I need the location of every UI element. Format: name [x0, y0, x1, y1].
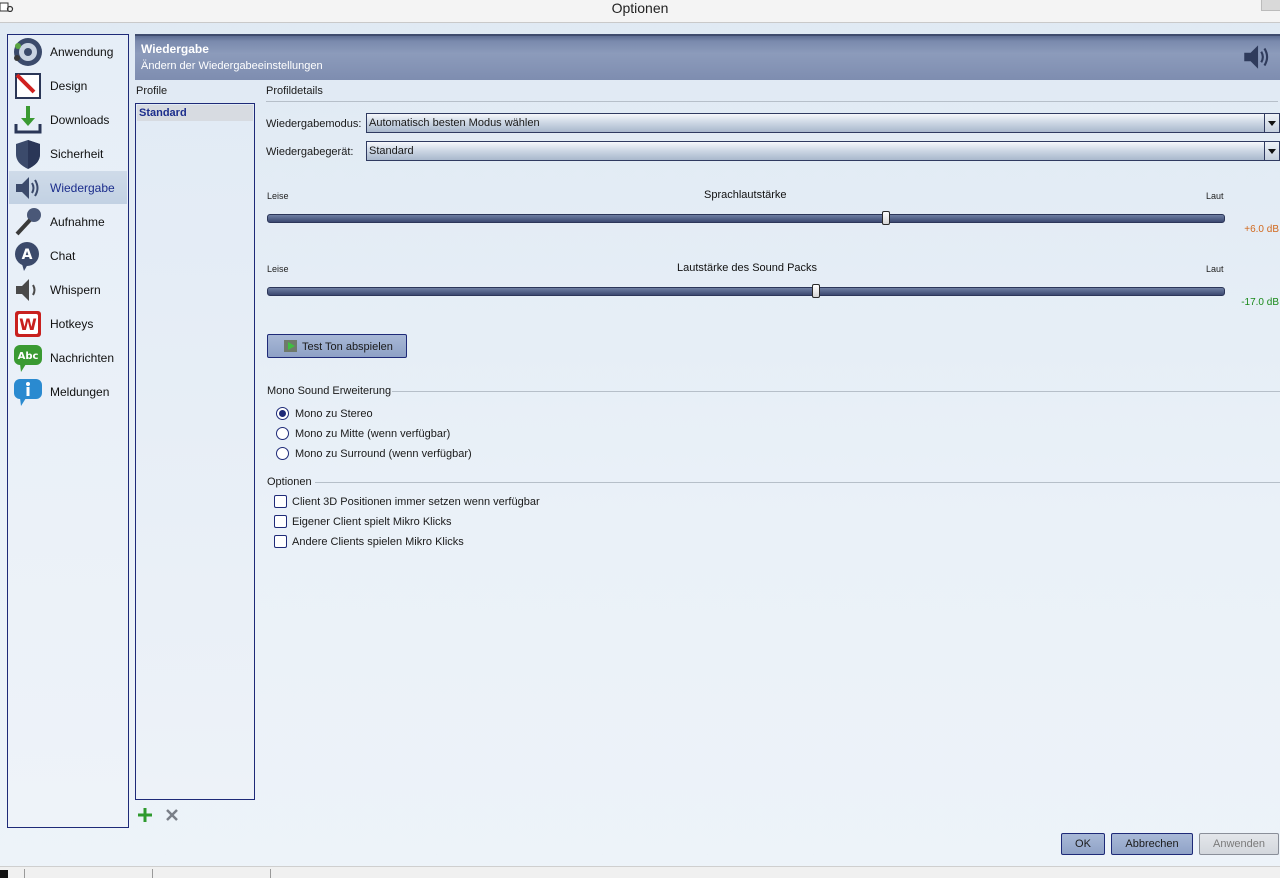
page-subtitle: Ändern der Wiedergabeeinstellungen [141, 60, 323, 72]
speaker-icon [16, 177, 39, 199]
sidebar-item-label: Downloads [50, 113, 110, 127]
speaker-icon [1244, 45, 1269, 69]
sidebar-item-label: Design [50, 79, 88, 93]
x-icon[interactable] [165, 808, 179, 822]
soundpack-volume-slider[interactable] [267, 287, 1225, 296]
divider [392, 391, 1280, 392]
select-value: Automatisch besten Modus wählen [369, 117, 540, 129]
page-header: Wiedergabe Ändern der Wiedergabeeinstell… [135, 34, 1280, 80]
sidebar-item-label: Meldungen [50, 385, 110, 399]
slider-max-label: Laut [1206, 264, 1224, 274]
soundpack-volume-handle[interactable] [811, 284, 820, 298]
microphone-icon [15, 208, 41, 236]
radio-mono-stereo[interactable] [276, 407, 289, 420]
voice-volume-slider[interactable] [267, 214, 1225, 223]
soundpack-volume-value: -17.0 dB [1241, 297, 1279, 308]
sidebar-item-anwendung[interactable]: Anwendung [9, 35, 127, 68]
mono-group-title: Mono Sound Erweiterung [267, 385, 392, 397]
checkbox-3d-positions[interactable] [274, 495, 287, 508]
page-title: Wiedergabe [141, 42, 209, 56]
chevron-down-icon[interactable] [1264, 142, 1279, 160]
test-sound-button[interactable]: Test Ton abspielen [267, 334, 407, 358]
window-control[interactable] [1261, 0, 1280, 11]
slider-max-label: Laut [1206, 191, 1224, 201]
plus-icon[interactable] [138, 808, 152, 822]
playback-device-select[interactable]: Standard [366, 141, 1280, 161]
profiles-label: Profile [136, 85, 168, 97]
sidebar-item-aufnahme[interactable]: Aufnahme [9, 205, 127, 238]
checkbox-label[interactable]: Eigener Client spielt Mikro Klicks [292, 516, 452, 528]
radio-mono-center[interactable] [276, 427, 289, 440]
svg-text:W: W [19, 315, 37, 334]
sidebar-item-design[interactable]: Design [9, 69, 127, 102]
device-label: Wiedergabegerät: [266, 146, 354, 158]
voice-volume-title: Sprachlautstärke [704, 189, 787, 201]
divider [266, 101, 1278, 102]
shield-icon [16, 140, 40, 169]
sidebar-item-nachrichten[interactable]: Abc Nachrichten [9, 341, 127, 374]
chat-icon: A [15, 242, 39, 271]
options-group-title: Optionen [267, 476, 312, 488]
messages-icon: Abc [14, 345, 42, 372]
sidebar-item-meldungen[interactable]: Meldungen [9, 375, 127, 408]
list-item[interactable]: Standard [137, 105, 253, 121]
sidebar-item-chat[interactable]: A Chat [9, 239, 127, 272]
options-sidebar: Anwendung Design Downloads Sicherheit Wi… [7, 34, 129, 828]
sidebar-item-label: Aufnahme [50, 215, 105, 229]
sidebar-item-label: Nachrichten [50, 351, 115, 365]
radio-label[interactable]: Mono zu Mitte (wenn verfügbar) [295, 428, 450, 440]
playback-mode-select[interactable]: Automatisch besten Modus wählen [366, 113, 1280, 133]
teamspeak-icon [14, 38, 42, 66]
checkbox-own-mic-clicks[interactable] [274, 515, 287, 528]
cancel-button[interactable]: Abbrechen [1111, 833, 1193, 855]
sidebar-item-label: Sicherheit [50, 147, 104, 161]
svg-text:Abc: Abc [18, 351, 39, 362]
soundpack-volume-title: Lautstärke des Sound Packs [677, 262, 818, 274]
sidebar-item-hotkeys[interactable]: W Hotkeys [9, 307, 127, 340]
profile-item-label: Standard [139, 107, 187, 119]
checkbox-other-mic-clicks[interactable] [274, 535, 287, 548]
window-title: Optionen [611, 0, 669, 16]
chevron-down-icon[interactable] [1264, 114, 1279, 132]
title-bar: Optionen [0, 0, 1280, 23]
sidebar-item-wiedergabe[interactable]: Wiedergabe [9, 171, 127, 204]
radio-label[interactable]: Mono zu Stereo [295, 408, 373, 420]
sidebar-item-label: Chat [50, 249, 76, 263]
radio-label[interactable]: Mono zu Surround (wenn verfügbar) [295, 448, 472, 460]
test-sound-label: Test Ton abspielen [302, 341, 393, 353]
download-icon [14, 106, 42, 134]
slider-min-label: Leise [267, 191, 289, 201]
slider-min-label: Leise [267, 264, 289, 274]
sidebar-item-whispern[interactable]: Whispern [9, 273, 127, 306]
voice-volume-handle[interactable] [881, 211, 890, 225]
design-icon [15, 73, 41, 99]
svg-text:A: A [22, 247, 33, 263]
profile-list[interactable]: Standard [135, 103, 255, 800]
apply-button[interactable]: Anwenden [1199, 833, 1279, 855]
sidebar-item-label: Whispern [50, 283, 101, 297]
ok-button[interactable]: OK [1061, 833, 1105, 855]
details-label: Profildetails [266, 85, 323, 97]
checkbox-label[interactable]: Client 3D Positionen immer setzen wenn v… [292, 496, 540, 508]
hotkeys-icon: W [15, 311, 41, 337]
play-icon [284, 340, 297, 352]
sidebar-item-sicherheit[interactable]: Sicherheit [9, 137, 127, 170]
select-value: Standard [369, 145, 414, 157]
info-icon [14, 379, 42, 406]
sidebar-item-label: Wiedergabe [50, 181, 115, 195]
status-bar [0, 866, 1280, 878]
divider [315, 482, 1280, 483]
radio-mono-surround[interactable] [276, 447, 289, 460]
sidebar-item-label: Hotkeys [50, 317, 94, 331]
checkbox-label[interactable]: Andere Clients spielen Mikro Klicks [292, 536, 464, 548]
whisper-icon [16, 279, 36, 301]
sidebar-item-label: Anwendung [50, 45, 114, 59]
mode-label: Wiedergabemodus: [266, 118, 362, 130]
voice-volume-value: +6.0 dB [1244, 224, 1279, 235]
sidebar-item-downloads[interactable]: Downloads [9, 103, 127, 136]
